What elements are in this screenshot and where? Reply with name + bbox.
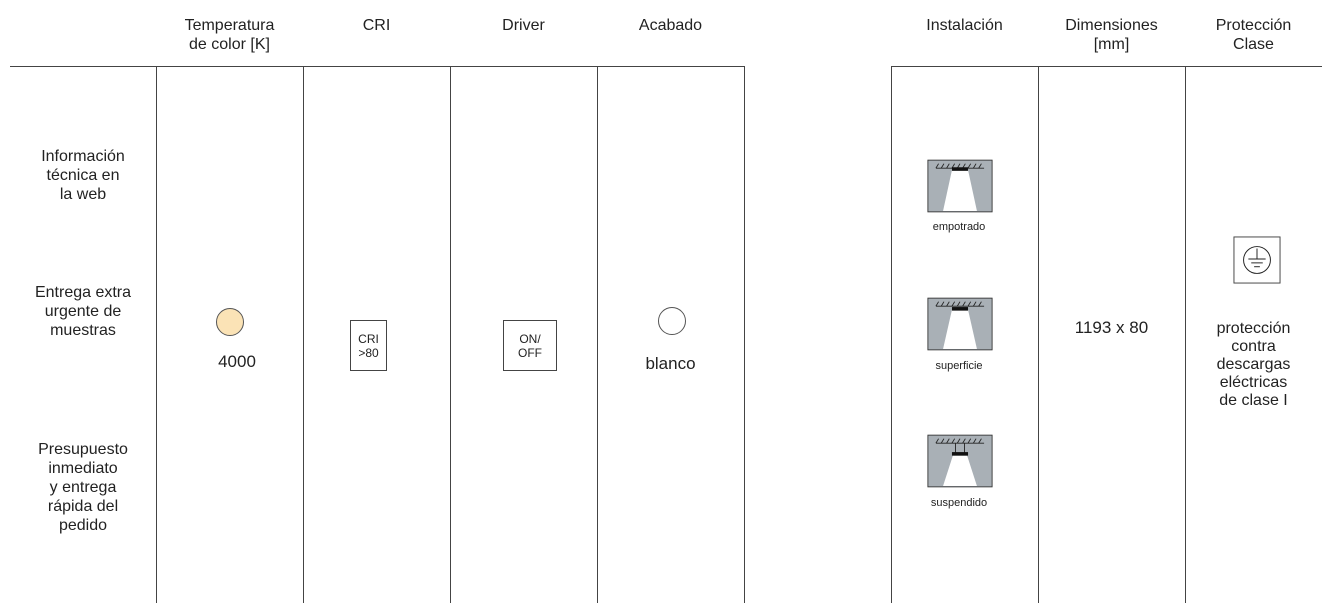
header-driver: Driver [502,17,545,34]
header-installation: Instalación [926,17,1003,34]
suspended-mount-icon [927,434,993,488]
installation-label-suspended: suspendido [930,497,988,509]
note-quote: Presupuesto inmediato y entrega rápida d… [38,441,128,534]
note-web-info: Información técnica en la web [41,148,125,203]
protection-text: protección contra descargas eléctricas d… [1216,320,1291,409]
color-temperature-swatch [216,308,244,336]
dimensions-value: 1193 x 80 [1074,318,1149,337]
cri-badge: CRI >80 [350,320,387,371]
header-cri: CRI [362,17,391,34]
finish-value: blanco [645,354,696,373]
column-divider [597,66,598,603]
installation-label-surface: superficie [935,360,983,372]
column-divider [891,66,892,603]
header-protection: Protección Clase [1215,17,1292,53]
column-divider [303,66,304,603]
table-top-border-right [891,66,1322,67]
temperature-value: 4000 [218,352,256,371]
column-divider [744,66,745,603]
table-top-border-left [10,66,745,67]
column-divider [156,66,157,603]
header-finish: Acabado [638,17,703,34]
header-temperature: Temperatura de color [K] [184,17,275,53]
finish-swatch [658,307,686,335]
installation-label-recessed: empotrado [932,221,986,233]
driver-badge: ON/ OFF [503,320,557,371]
earth-ground-icon [1233,236,1281,284]
note-urgent-samples: Entrega extra urgente de muestras [34,284,132,339]
column-divider [450,66,451,603]
surface-mount-icon [927,297,993,351]
header-dimensions: Dimensiones [mm] [1065,17,1158,53]
recessed-mount-icon [927,159,993,213]
